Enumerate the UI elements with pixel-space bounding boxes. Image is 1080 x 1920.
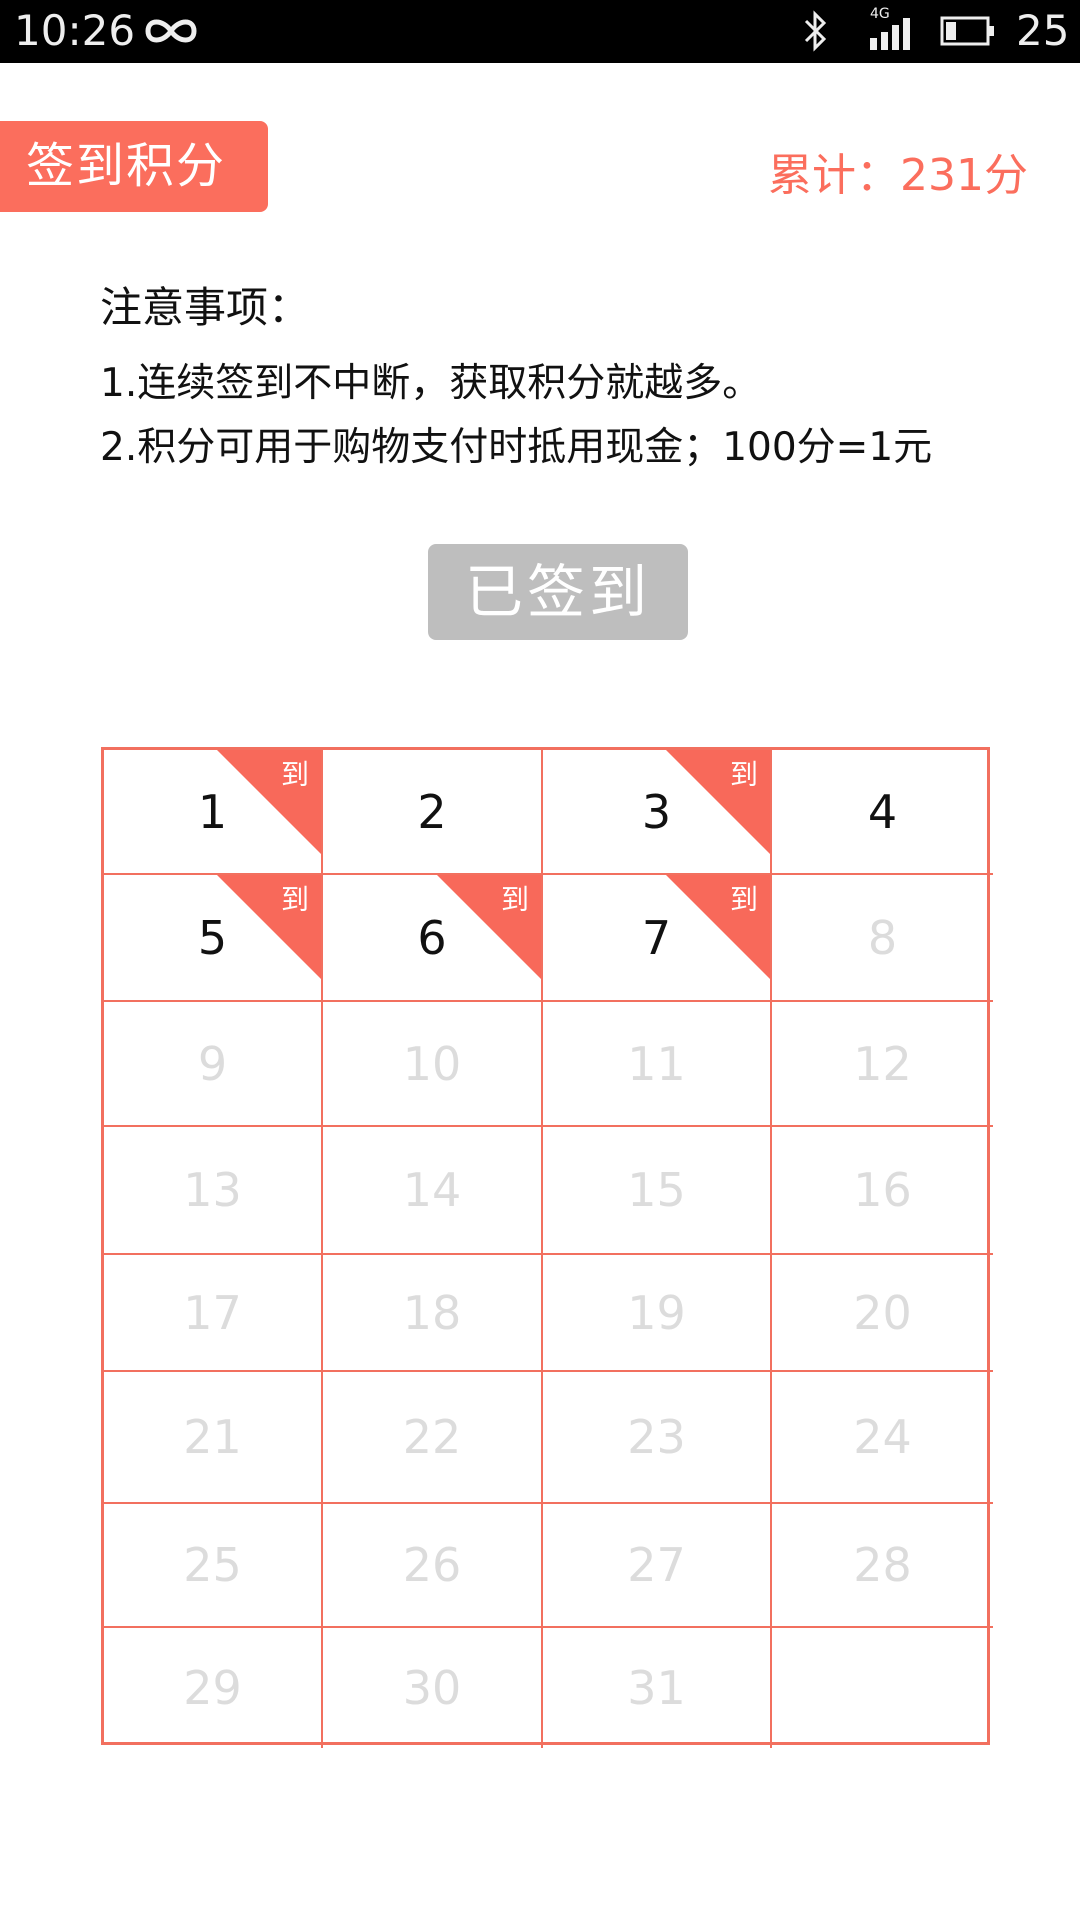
signal-icon xyxy=(870,18,910,50)
calendar-day[interactable]: 23 xyxy=(543,1372,772,1504)
checked-label: 到 xyxy=(500,883,529,916)
day-number: 2 xyxy=(417,784,447,839)
checked-corner-badge: 到 xyxy=(437,875,541,979)
calendar-day[interactable]: 27 xyxy=(543,1504,772,1628)
day-number: 23 xyxy=(627,1410,686,1464)
day-number: 25 xyxy=(183,1538,242,1592)
day-number: 28 xyxy=(853,1538,912,1592)
calendar-day[interactable]: 14 xyxy=(323,1127,543,1255)
checkin-calendar: 到 1 2 到 3 4 到 5 到 6 到 7 8 9 10 11 12 13 14 15 16 17 18 19 20 21 22… xyxy=(101,747,993,1748)
calendar-day[interactable]: 16 xyxy=(772,1127,993,1255)
calendar-day[interactable] xyxy=(772,1628,993,1748)
infinity-icon xyxy=(145,19,197,43)
calendar-day[interactable]: 到1 xyxy=(104,750,323,875)
calendar-day[interactable]: 30 xyxy=(323,1628,543,1748)
calendar-day[interactable]: 15 xyxy=(543,1127,772,1255)
notes-section: 注意事项： 1.连续签到不中断，获取积分就越多。 2.积分可用于购物支付时抵用现… xyxy=(100,278,1040,480)
day-number: 11 xyxy=(627,1036,686,1091)
calendar-day[interactable]: 到3 xyxy=(543,750,772,875)
day-number: 26 xyxy=(402,1538,462,1592)
calendar-day[interactable]: 2 xyxy=(323,750,543,875)
calendar-day[interactable]: 25 xyxy=(104,1504,323,1628)
day-number: 17 xyxy=(183,1285,242,1340)
day-number: 19 xyxy=(627,1285,686,1340)
total-points: 累计：231分 xyxy=(768,150,1028,201)
calendar-day[interactable]: 12 xyxy=(772,1002,993,1127)
calendar-day[interactable]: 20 xyxy=(772,1255,993,1372)
notes-heading: 注意事项： xyxy=(100,283,311,332)
day-number: 18 xyxy=(402,1285,462,1340)
checked-label: 到 xyxy=(280,883,309,916)
day-number: 24 xyxy=(853,1410,912,1464)
day-number: 13 xyxy=(183,1163,242,1217)
calendar-day[interactable]: 18 xyxy=(323,1255,543,1372)
calendar-day[interactable]: 24 xyxy=(772,1372,993,1504)
calendar-day[interactable]: 17 xyxy=(104,1255,323,1372)
calendar-day[interactable]: 4 xyxy=(772,750,993,875)
calendar-day[interactable]: 9 xyxy=(104,1002,323,1127)
calendar-day[interactable]: 28 xyxy=(772,1504,993,1628)
status-bar: 10:26 4G 25 xyxy=(0,0,1080,63)
checked-label: 到 xyxy=(280,758,309,791)
calendar-day[interactable]: 19 xyxy=(543,1255,772,1372)
calendar-day[interactable]: 到6 xyxy=(323,875,543,1002)
bluetooth-icon xyxy=(804,10,827,52)
calendar-day[interactable]: 22 xyxy=(323,1372,543,1504)
calendar-day[interactable]: 29 xyxy=(104,1628,323,1748)
day-number: 10 xyxy=(402,1036,462,1091)
day-number: 5 xyxy=(197,910,228,965)
checked-label: 到 xyxy=(729,758,758,791)
checked-corner-badge: 到 xyxy=(666,750,770,854)
day-number: 15 xyxy=(627,1163,686,1217)
calendar-day[interactable]: 到7 xyxy=(543,875,772,1002)
day-number: 12 xyxy=(853,1036,912,1091)
day-number: 22 xyxy=(402,1410,462,1464)
day-number: 16 xyxy=(853,1163,912,1217)
day-number: 27 xyxy=(627,1538,686,1592)
day-number: 6 xyxy=(417,910,447,965)
calendar-day[interactable]: 8 xyxy=(772,875,993,1002)
calendar-day[interactable]: 到5 xyxy=(104,875,323,1002)
calendar-day[interactable]: 26 xyxy=(323,1504,543,1628)
page-title: 签到积分 xyxy=(0,121,268,212)
day-number: 1 xyxy=(197,784,228,839)
day-number: 3 xyxy=(641,784,672,839)
day-number: 14 xyxy=(402,1163,462,1217)
battery-level: 25 xyxy=(1016,6,1070,55)
checked-corner-badge: 到 xyxy=(217,875,321,979)
calendar-day[interactable]: 11 xyxy=(543,1002,772,1127)
day-number: 29 xyxy=(183,1661,242,1715)
day-number: 4 xyxy=(867,784,898,839)
checkin-button[interactable]: 已签到 xyxy=(428,544,688,640)
day-number: 20 xyxy=(853,1285,912,1340)
day-number: 8 xyxy=(867,910,898,965)
calendar-day[interactable]: 10 xyxy=(323,1002,543,1127)
checked-corner-badge: 到 xyxy=(217,750,321,854)
checked-label: 到 xyxy=(729,883,758,916)
calendar-day[interactable]: 21 xyxy=(104,1372,323,1504)
day-number: 21 xyxy=(183,1410,242,1464)
note-item: 1.连续签到不中断，获取积分就越多。 xyxy=(100,361,762,406)
status-time: 10:26 xyxy=(14,6,136,55)
checked-corner-badge: 到 xyxy=(666,875,770,979)
day-number: 31 xyxy=(627,1661,686,1715)
battery-icon xyxy=(940,16,994,46)
day-number: 30 xyxy=(402,1661,462,1715)
day-number: 7 xyxy=(641,910,672,965)
calendar-day[interactable]: 31 xyxy=(543,1628,772,1748)
note-item: 2.积分可用于购物支付时抵用现金；100分=1元 xyxy=(100,425,933,470)
day-number: 9 xyxy=(197,1036,228,1091)
calendar-day[interactable]: 13 xyxy=(104,1127,323,1255)
